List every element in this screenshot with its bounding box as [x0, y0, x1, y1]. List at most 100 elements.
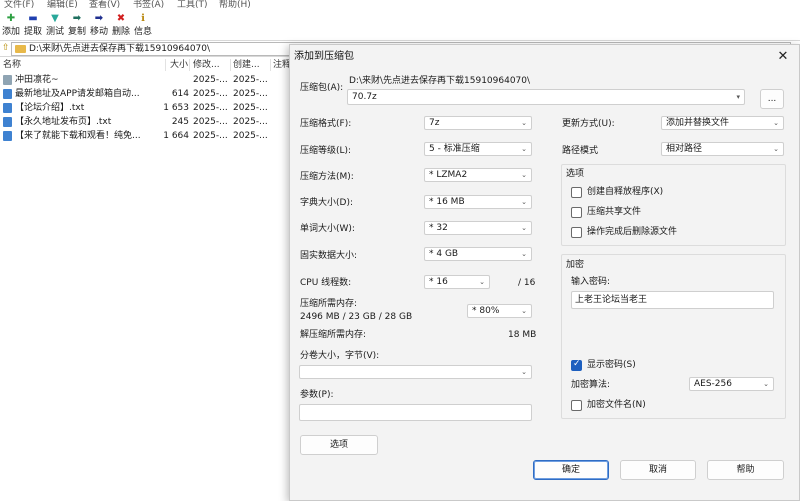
- password-input[interactable]: 上老王论坛当老王: [571, 291, 774, 309]
- dictionary-select[interactable]: * 16 MB ⌄: [424, 195, 532, 209]
- add-button[interactable]: ✚ 添加: [0, 12, 22, 40]
- menu-tools[interactable]: 工具(T): [177, 0, 208, 11]
- path-text: D:\来财\先点进去保存再下载15910964070\: [29, 44, 211, 54]
- up-folder-icon[interactable]: ⇧: [2, 43, 10, 53]
- split-volume-combo[interactable]: ⌄: [299, 365, 532, 379]
- archive-path: D:\来财\先点进去保存再下载15910964070\: [349, 76, 531, 86]
- update-mode-select[interactable]: 添加并替换文件 ⌄: [661, 116, 784, 130]
- encrypt-names-checkbox[interactable]: [571, 400, 582, 411]
- menu-bar: 文件(F) 编辑(E) 查看(V) 书签(A) 工具(T) 帮助(H): [0, 0, 800, 12]
- file-size: 1 664: [163, 131, 189, 141]
- encrypt-names-label: 加密文件名(N): [587, 400, 646, 410]
- file-size: 614: [171, 89, 189, 99]
- parameters-input[interactable]: [299, 404, 532, 421]
- chevron-down-icon: ⌄: [773, 119, 779, 127]
- file-row[interactable]: 【来了就能下载和观看！纯免... 1 664 2025-... 2025-...: [0, 129, 290, 143]
- test-button[interactable]: ▼ 测试: [44, 12, 66, 40]
- info-icon: ℹ: [141, 13, 145, 24]
- path-mode-value: 相对路径: [666, 144, 703, 154]
- copy-label: 复制: [67, 27, 86, 37]
- level-select[interactable]: 5 - 标准压缩 ⌄: [424, 142, 532, 156]
- text-file-icon: [3, 131, 12, 141]
- password-value: 上老王论坛当老王: [575, 295, 648, 305]
- file-created: 2025-...: [233, 131, 268, 141]
- encryption-method-value: AES-256: [694, 379, 732, 389]
- options-group: 选项 创建自释放程序(X) 压缩共享文件 操作完成后删除源文件: [561, 164, 786, 246]
- level-value: 5 - 标准压缩: [429, 144, 480, 154]
- delete-label: 删除: [111, 27, 130, 37]
- menu-file[interactable]: 文件(F): [4, 0, 34, 11]
- sfx-checkbox[interactable]: [571, 187, 582, 198]
- move-button[interactable]: ➡ 移动: [88, 12, 110, 40]
- browse-button[interactable]: ...: [760, 89, 784, 109]
- test-icon: ▼: [51, 13, 59, 24]
- column-modified[interactable]: 修改...: [193, 59, 220, 71]
- archive-label: 压缩包(A):: [300, 83, 344, 93]
- help-button[interactable]: 帮助: [707, 460, 784, 480]
- column-separator: [230, 59, 231, 71]
- file-name: 【来了就能下载和观看！纯免...: [15, 131, 141, 141]
- text-file-icon: [3, 103, 12, 113]
- copy-icon: ➡: [72, 13, 82, 24]
- folder-icon: [15, 45, 26, 53]
- menu-bookmarks[interactable]: 书签(A): [133, 0, 164, 11]
- menu-view[interactable]: 查看(V): [89, 0, 120, 11]
- solid-block-value: * 4 GB: [429, 249, 459, 259]
- decompress-memory-label: 解压缩所需内存:: [300, 330, 367, 340]
- word-size-label: 单词大小(W):: [300, 224, 355, 234]
- cancel-button[interactable]: 取消: [620, 460, 696, 480]
- method-select[interactable]: * LZMA2 ⌄: [424, 168, 532, 182]
- encryption-method-select[interactable]: AES-256 ⌄: [689, 377, 774, 391]
- file-name: 最新地址及APP请发邮箱自动...: [15, 89, 140, 99]
- method-label: 压缩方法(M):: [300, 172, 354, 182]
- word-size-value: * 32: [429, 223, 448, 233]
- cpu-threads-total: / 16: [518, 278, 536, 288]
- file-modified: 2025-...: [193, 131, 228, 141]
- column-created[interactable]: 创建...: [233, 59, 260, 71]
- decompress-memory-value: 18 MB: [508, 330, 537, 340]
- path-mode-select[interactable]: 相对路径 ⌄: [661, 142, 784, 156]
- dictionary-label: 字典大小(D):: [300, 198, 353, 208]
- method-value: * LZMA2: [429, 170, 468, 180]
- memory-percent-select[interactable]: * 80% ⌄: [467, 304, 532, 318]
- info-button[interactable]: ℹ 信息: [132, 12, 154, 40]
- column-separator: [270, 59, 271, 71]
- delete-after-checkbox[interactable]: [571, 227, 582, 238]
- ok-button[interactable]: 确定: [533, 460, 609, 480]
- file-size: 1 653: [163, 103, 189, 113]
- menu-help[interactable]: 帮助(H): [219, 0, 251, 11]
- extract-button[interactable]: ▬ 提取: [22, 12, 44, 40]
- move-label: 移动: [89, 27, 108, 37]
- format-select[interactable]: 7z ⌄: [424, 116, 532, 130]
- options-button[interactable]: 选项: [300, 435, 378, 455]
- word-size-select[interactable]: * 32 ⌄: [424, 221, 532, 235]
- archive-name-combo[interactable]: 70.7z ▾: [347, 89, 745, 105]
- parameters-label: 参数(P):: [300, 390, 334, 400]
- solid-block-select[interactable]: * 4 GB ⌄: [424, 247, 532, 261]
- file-row[interactable]: 【永久地址发布页】.txt 245 2025-... 2025-...: [0, 115, 290, 129]
- cpu-threads-label: CPU 线程数:: [300, 278, 352, 288]
- menu-edit[interactable]: 编辑(E): [47, 0, 78, 11]
- file-row[interactable]: 冲田凛花~ 2025-... 2025-...: [0, 73, 290, 87]
- file-modified: 2025-...: [193, 75, 228, 85]
- chevron-down-icon: ⌄: [521, 145, 527, 153]
- shared-files-checkbox[interactable]: [571, 207, 582, 218]
- chevron-down-icon: ⌄: [763, 380, 769, 388]
- file-row[interactable]: 【论坛介绍】.txt 1 653 2025-... 2025-...: [0, 101, 290, 115]
- column-name[interactable]: 名称: [3, 59, 21, 71]
- file-created: 2025-...: [233, 117, 268, 127]
- add-to-archive-dialog: 添加到压缩包 ✕ 压缩包(A): D:\来财\先点进去保存再下载15910964…: [289, 44, 800, 501]
- delete-button[interactable]: ✖ 删除: [110, 12, 132, 40]
- column-separator: [165, 59, 166, 71]
- close-icon[interactable]: ✕: [772, 47, 794, 67]
- cpu-threads-select[interactable]: * 16 ⌄: [424, 275, 490, 289]
- show-password-checkbox[interactable]: [571, 359, 582, 371]
- column-size[interactable]: 大小: [170, 59, 188, 71]
- extract-icon: ▬: [28, 13, 38, 24]
- chevron-down-icon: ⌄: [521, 119, 527, 127]
- file-row[interactable]: 最新地址及APP请发邮箱自动... 614 2025-... 2025-...: [0, 87, 290, 101]
- format-value: 7z: [429, 118, 440, 128]
- copy-button[interactable]: ➡ 复制: [66, 12, 88, 40]
- file-name: 【论坛介绍】.txt: [15, 103, 85, 113]
- file-modified: 2025-...: [193, 103, 228, 113]
